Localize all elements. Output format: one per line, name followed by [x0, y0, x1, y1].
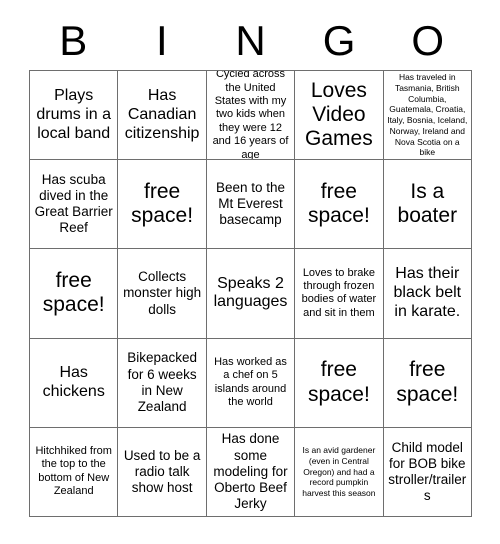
bingo-cell[interactable]: Cycled across the United States with my … [206, 71, 296, 161]
bingo-cell[interactable]: Bikepacked for 6 weeks in New Zealand [118, 338, 207, 428]
bingo-cell[interactable]: Loves to brake through frozen bodies of … [295, 249, 384, 339]
bingo-grid: Plays drums in a local band Has Canadian … [29, 70, 472, 517]
bingo-cell[interactable]: Has chickens [30, 338, 119, 428]
bingo-cell[interactable]: Has Canadian citizenship [118, 71, 207, 161]
bingo-cell[interactable]: Child model for BOB bike stroller/traile… [383, 427, 472, 517]
bingo-cell-label: Has done some modeling for Oberto Beef J… [213, 431, 288, 512]
bingo-cell-label: Has chickens [42, 363, 105, 400]
bingo-cell-label: free space! [42, 269, 105, 317]
bingo-cell-label: Is an avid gardener (even in Central Ore… [302, 445, 376, 498]
bingo-header-row: B I N G O [29, 14, 472, 68]
bingo-cell[interactable]: Has their black belt in karate. [383, 249, 472, 339]
bingo-cell-label: Bikepacked for 6 weeks in New Zealand [127, 350, 197, 414]
bingo-cell[interactable]: Hitchhiked from the top to the bottom of… [30, 427, 119, 517]
bingo-cell-label: Loves to brake through frozen bodies of … [301, 266, 377, 319]
bingo-cell-label: Been to the Mt Everest basecamp [215, 180, 286, 228]
bingo-cell-label: Collects monster high dolls [123, 269, 202, 317]
bingo-cell-free-space[interactable]: free space! [30, 249, 119, 339]
bingo-cell[interactable]: Loves Video Games [295, 71, 384, 161]
bingo-cell-label: Is a boater [397, 179, 458, 228]
bingo-cell-label: Plays drums in a local band [36, 86, 112, 142]
bingo-header-letter-g: G [322, 17, 356, 64]
bingo-cell-label: Has their black belt in karate. [393, 265, 462, 320]
bingo-header-letter-n: N [235, 17, 266, 64]
bingo-cell-free-space[interactable]: free space! [383, 338, 472, 428]
bingo-cell-label: free space! [307, 358, 370, 406]
bingo-cell-label: Hitchhiked from the top to the bottom of… [35, 445, 112, 498]
bingo-cell[interactable]: Has traveled in Tasmania, British Columb… [383, 71, 472, 161]
bingo-cell-label: Used to be a radio talk show host [123, 447, 201, 495]
bingo-cell[interactable]: Has scuba dived in the Great Barrier Ree… [30, 160, 119, 250]
bingo-cell[interactable]: Used to be a radio talk show host [118, 427, 207, 517]
bingo-cell-label: Has Canadian citizenship [124, 86, 200, 142]
bingo-header-letter-i: I [156, 17, 168, 64]
bingo-cell-label: Has scuba dived in the Great Barrier Ree… [34, 171, 113, 236]
bingo-cell[interactable]: Plays drums in a local band [30, 71, 119, 161]
bingo-cell[interactable]: Speaks 2 languages [206, 249, 296, 339]
bingo-header-letter-o: O [411, 17, 444, 64]
bingo-cell[interactable]: Been to the Mt Everest basecamp [206, 160, 296, 250]
bingo-cell-label: Speaks 2 languages [213, 274, 288, 311]
bingo-cell[interactable]: Collects monster high dolls [118, 249, 207, 339]
bingo-card: B I N G O Plays drums in a local band Has… [0, 0, 500, 544]
bingo-cell-label: free space! [307, 179, 370, 228]
bingo-cell-label: free space! [131, 179, 194, 228]
bingo-cell-label: Loves Video Games [305, 78, 373, 151]
bingo-cell-free-space[interactable]: free space! [118, 160, 207, 250]
bingo-cell-label: Has worked as a chef on 5 islands around… [214, 355, 287, 409]
bingo-cell[interactable]: Is an avid gardener (even in Central Ore… [295, 427, 384, 517]
bingo-cell[interactable]: Is a boater [383, 160, 472, 250]
bingo-cell-label: Has traveled in Tasmania, British Columb… [387, 72, 468, 158]
bingo-cell[interactable]: Has done some modeling for Oberto Beef J… [206, 427, 296, 517]
bingo-header-letter-b: B [59, 17, 88, 64]
bingo-cell-label: free space! [396, 358, 459, 406]
bingo-cell-free-space[interactable]: free space! [295, 338, 384, 428]
bingo-cell-label: Child model for BOB bike stroller/traile… [388, 439, 467, 504]
bingo-cell-free-space[interactable]: free space! [295, 160, 384, 250]
bingo-cell-label: Cycled across the United States with my … [212, 71, 289, 161]
bingo-cell[interactable]: Has worked as a chef on 5 islands around… [206, 338, 296, 428]
